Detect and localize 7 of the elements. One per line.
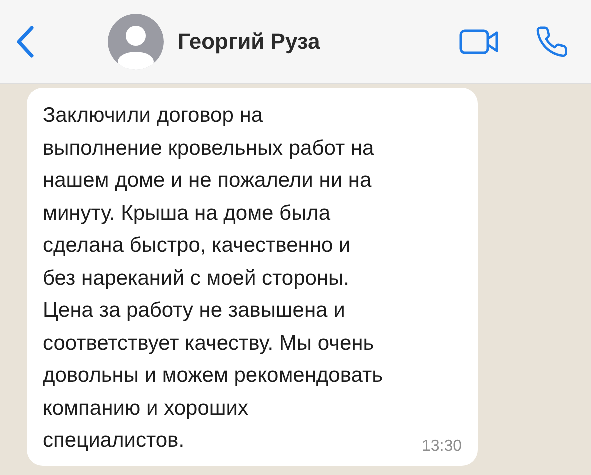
message-time: 13:30 [422, 438, 462, 456]
video-call-icon[interactable] [459, 28, 499, 56]
back-icon[interactable] [14, 24, 36, 58]
contact-name[interactable]: Георгий Руза [178, 28, 320, 54]
avatar-icon[interactable] [108, 14, 164, 70]
phone-icon[interactable] [535, 24, 569, 58]
message-text: Заключили договор на выполнение кровельных работ на нашем доме и не пожалели ни на минуту. Крыша на доме была сделана быстро, качественно и без нареканий с моей стороны. Цена за работу не завышена и соответствует качеству. Мы очень довольны и можем рекомендовать компанию и хороших специалистов. [43, 103, 384, 454]
